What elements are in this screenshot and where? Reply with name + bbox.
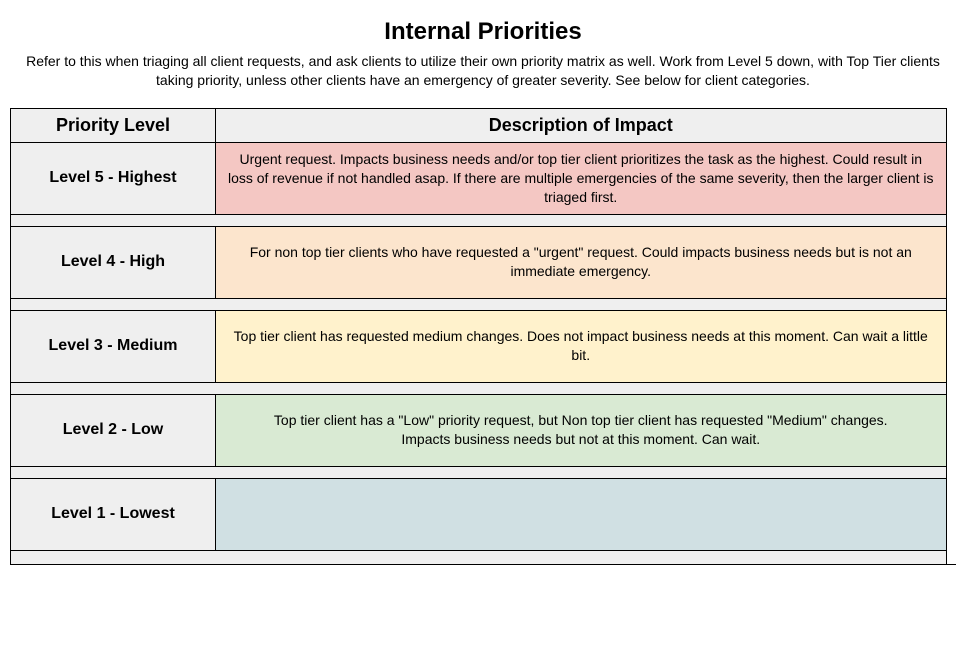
priority-desc-cell: Urgent request. Impacts business needs a… bbox=[216, 142, 947, 214]
header-priority-level: Priority Level bbox=[11, 108, 216, 142]
priority-level-cell: Level 2 - Low bbox=[11, 394, 216, 466]
table-header-row: Priority Level Description of Impact bbox=[11, 108, 957, 142]
priority-level-cell: Level 4 - High bbox=[11, 226, 216, 298]
extra-cell bbox=[946, 142, 956, 564]
table-row: Level 3 - MediumTop tier client has requ… bbox=[11, 310, 957, 382]
priority-desc-cell: Top tier client has a "Low" priority req… bbox=[216, 394, 947, 466]
table-spacer-row bbox=[11, 382, 957, 394]
priority-desc-cell: For non top tier clients who have reques… bbox=[216, 226, 947, 298]
page-subtitle: Refer to this when triaging all client r… bbox=[13, 52, 953, 90]
table-row: Level 5 - HighestUrgent request. Impacts… bbox=[11, 142, 957, 214]
table-spacer-row bbox=[11, 466, 957, 478]
header-description: Description of Impact bbox=[216, 108, 947, 142]
priority-desc-cell bbox=[216, 478, 947, 550]
header-extra bbox=[946, 108, 956, 142]
priority-level-cell: Level 5 - Highest bbox=[11, 142, 216, 214]
table-spacer-row bbox=[11, 214, 957, 226]
table-row: Level 1 - Lowest bbox=[11, 478, 957, 550]
page-title: Internal Priorities bbox=[10, 18, 956, 46]
priority-level-cell: Level 1 - Lowest bbox=[11, 478, 216, 550]
priority-table: Priority Level Description of Impact Lev… bbox=[10, 108, 956, 565]
priority-level-cell: Level 3 - Medium bbox=[11, 310, 216, 382]
table-footer-spacer bbox=[11, 550, 957, 564]
table-row: Level 2 - LowTop tier client has a "Low"… bbox=[11, 394, 957, 466]
table-row: Level 4 - HighFor non top tier clients w… bbox=[11, 226, 957, 298]
table-spacer-row bbox=[11, 298, 957, 310]
priority-desc-cell: Top tier client has requested medium cha… bbox=[216, 310, 947, 382]
